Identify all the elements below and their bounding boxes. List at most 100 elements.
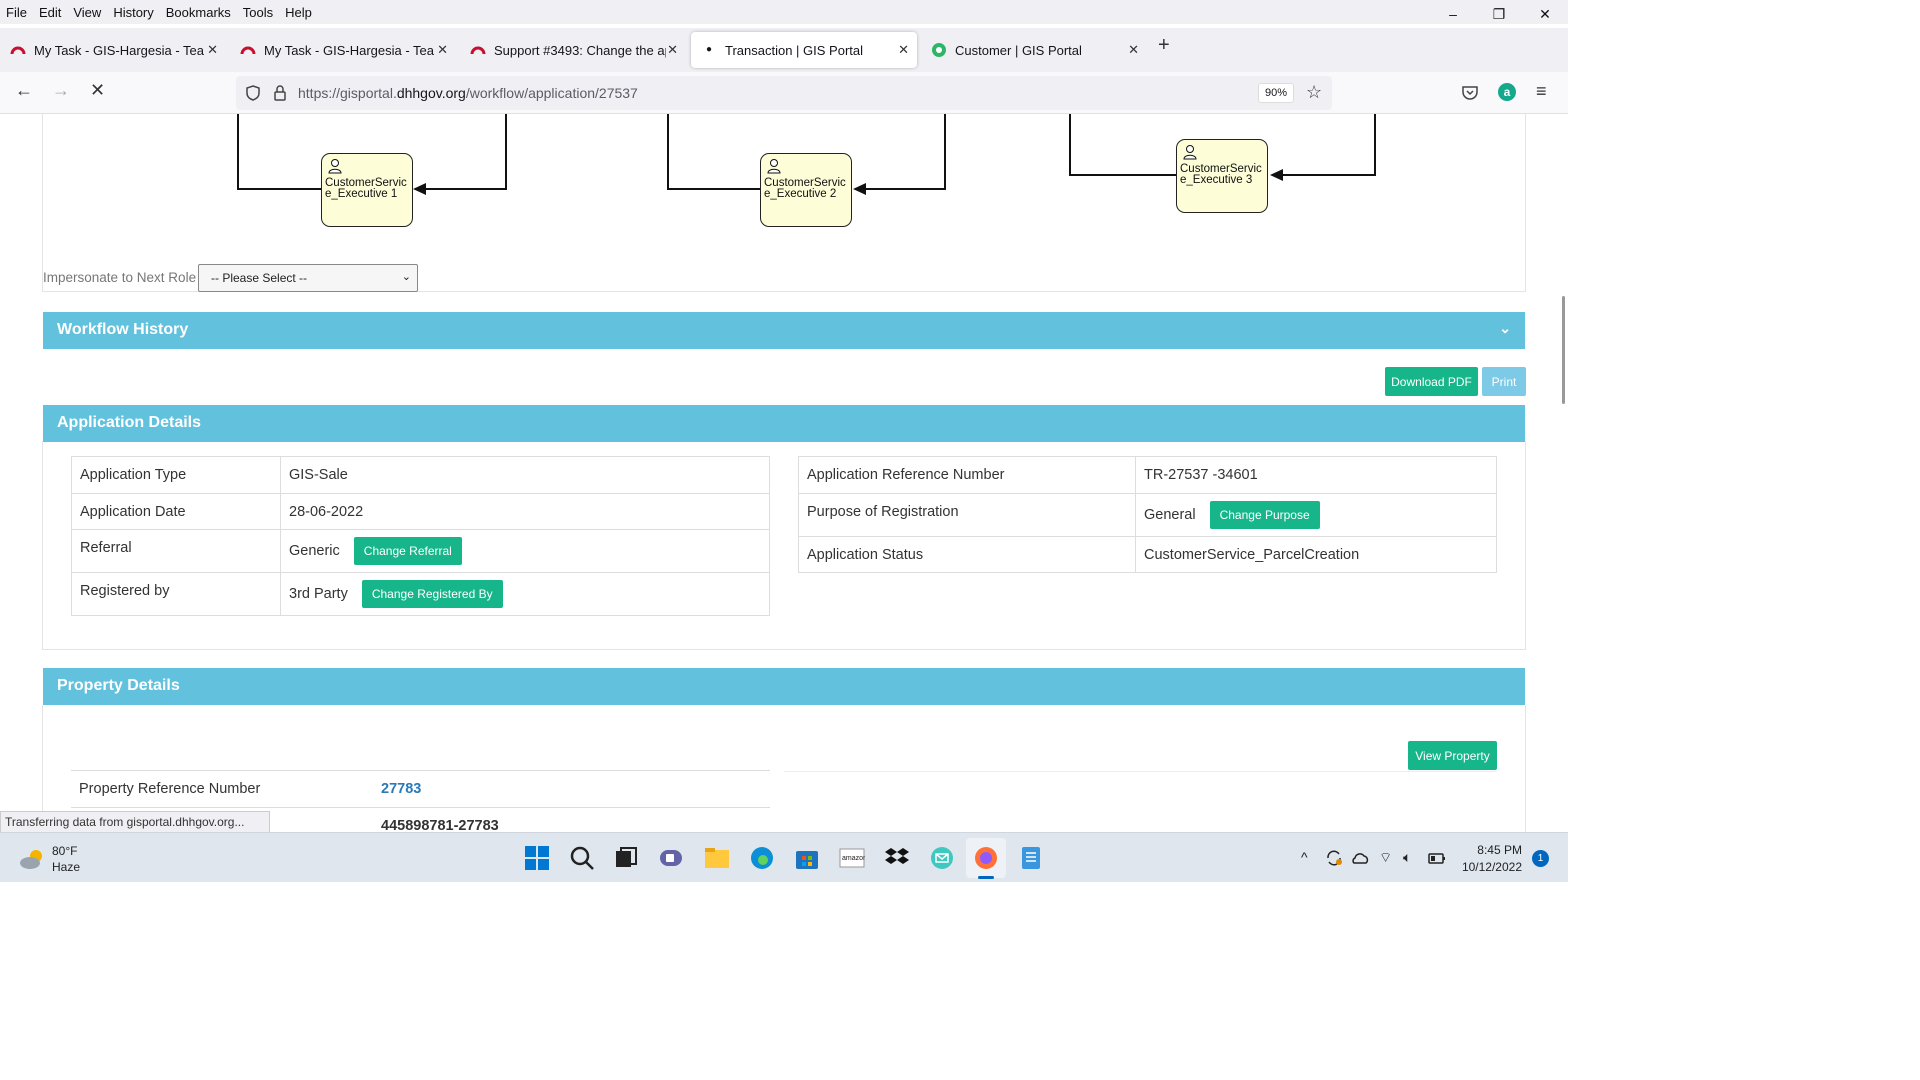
tab-transaction[interactable]: ● Transaction | GIS Portal ✕	[691, 32, 917, 68]
menu-bar: File Edit View History Bookmarks Tools H…	[0, 0, 1568, 24]
flow-line	[865, 188, 946, 190]
url-bar[interactable]: https://gisportal.dhhgov.org/workflow/ap…	[236, 76, 1332, 110]
task-view-icon[interactable]	[613, 845, 639, 871]
impersonate-role-select[interactable]: -- Please Select -- ⌄	[198, 264, 418, 292]
close-tab-icon[interactable]: ✕	[898, 42, 909, 58]
close-tab-icon[interactable]: ✕	[1128, 42, 1139, 58]
temperature: 80°F	[52, 844, 78, 858]
field-label: Referral	[71, 529, 281, 573]
field-value: 3rd Party	[289, 586, 348, 602]
svg-text:amazon: amazon	[842, 855, 865, 862]
close-window-button[interactable]: ✕	[1522, 0, 1568, 28]
tab-label: Transaction | GIS Portal	[725, 42, 864, 58]
edge-browser-icon[interactable]	[749, 845, 775, 871]
notepad-icon[interactable]	[1018, 845, 1044, 871]
url-text[interactable]: https://gisportal.dhhgov.org/workflow/ap…	[298, 85, 638, 101]
property-reference-link[interactable]: 27783	[381, 781, 421, 797]
download-pdf-button[interactable]: Download PDF	[1385, 367, 1478, 396]
teams-chat-icon[interactable]	[658, 845, 684, 871]
dropbox-icon[interactable]	[884, 845, 910, 871]
weather-widget[interactable]: 80°F Haze	[18, 843, 80, 875]
weather-haze-icon	[20, 850, 42, 869]
field-label: Property Reference Number	[79, 781, 261, 797]
shield-icon[interactable]	[244, 84, 262, 102]
close-tab-icon[interactable]: ✕	[667, 42, 678, 58]
field-value: Generic	[289, 543, 340, 559]
zoom-level[interactable]: 90%	[1258, 83, 1295, 103]
workflow-node-executive-3[interactable]: CustomerService_Executive 3	[1176, 139, 1268, 213]
scrollbar[interactable]	[1560, 114, 1568, 832]
menu-tools[interactable]: Tools	[237, 5, 279, 20]
application-details-right-table: Application Reference Number TR-27537 -3…	[798, 456, 1497, 573]
microsoft-store-icon[interactable]	[794, 845, 820, 871]
menu-history[interactable]: History	[107, 5, 159, 20]
forward-icon[interactable]: →	[52, 80, 70, 101]
flow-line	[505, 114, 507, 190]
pocket-icon[interactable]	[1461, 84, 1479, 102]
battery-icon[interactable]	[1428, 849, 1446, 867]
flow-line	[237, 188, 322, 190]
show-hidden-icons-chevron-icon[interactable]: ^	[1301, 849, 1308, 865]
active-indicator	[978, 876, 994, 879]
new-tab-icon[interactable]: +	[1158, 34, 1170, 57]
file-explorer-icon[interactable]	[704, 845, 730, 871]
firefox-icon[interactable]	[973, 845, 999, 871]
table-row: Application Type GIS-Sale	[71, 456, 770, 494]
close-tab-icon[interactable]: ✕	[437, 42, 448, 58]
sync-icon[interactable]	[1324, 849, 1344, 867]
tab-customer[interactable]: Customer | GIS Portal ✕	[921, 32, 1147, 68]
change-registered-by-button[interactable]: Change Registered By	[361, 580, 503, 608]
wifi-icon[interactable]: ⌔	[1379, 849, 1392, 867]
field-label: Application Reference Number	[798, 456, 1136, 494]
scrollbar-thumb[interactable]	[1562, 296, 1565, 404]
onedrive-cloud-icon[interactable]	[1350, 849, 1370, 867]
url-path: /workflow/application/27537	[465, 85, 638, 101]
restore-button[interactable]: ❐	[1476, 0, 1522, 28]
date: 10/12/2022	[1461, 860, 1522, 874]
stop-loading-icon[interactable]: ✕	[90, 80, 105, 101]
tab-my-task-1[interactable]: My Task - GIS-Hargesia - Teams ✕	[0, 32, 226, 68]
account-avatar-icon[interactable]: a	[1498, 83, 1516, 101]
workflow-node-executive-1[interactable]: CustomerService_Executive 1	[321, 153, 413, 227]
search-icon[interactable]	[569, 845, 595, 871]
mail-app-icon[interactable]	[929, 845, 955, 871]
amazon-icon[interactable]: amazon	[839, 845, 865, 871]
select-value: -- Please Select --	[211, 271, 308, 285]
chevron-down-icon[interactable]: ⌄	[1499, 320, 1511, 337]
taskbar: 80°F Haze amazon ^ ⌔ 🔈︎ 8:45 PM 10/12/20…	[0, 832, 1568, 882]
back-icon[interactable]: ←	[15, 80, 33, 101]
tab-support-3493[interactable]: Support #3493: Change the app ✕	[460, 32, 686, 68]
redmine-icon	[240, 46, 256, 55]
bookmark-star-icon[interactable]: ☆	[1306, 82, 1322, 103]
menu-file[interactable]: File	[0, 5, 33, 20]
menu-view[interactable]: View	[67, 5, 107, 20]
lock-icon[interactable]	[272, 84, 288, 102]
tab-my-task-2[interactable]: My Task - GIS-Hargesia - Teams ✕	[230, 32, 456, 68]
close-tab-icon[interactable]: ✕	[207, 42, 218, 58]
notification-badge[interactable]: 1	[1532, 850, 1549, 867]
volume-icon[interactable]: 🔈︎	[1403, 849, 1411, 866]
clock[interactable]: 8:45 PM 10/12/2022	[1456, 842, 1522, 876]
table-row: Property Reference Number 27783	[71, 770, 770, 807]
workflow-history-header[interactable]: Workflow History ⌄	[43, 312, 1525, 349]
flow-arrow-icon	[1270, 169, 1283, 181]
menu-edit[interactable]: Edit	[33, 5, 67, 20]
field-value: TR-27537 -34601	[1135, 456, 1497, 494]
windows-start-icon[interactable]	[524, 845, 550, 871]
change-purpose-button[interactable]: Change Purpose	[1209, 501, 1320, 529]
flow-line	[1374, 114, 1376, 176]
minimize-button[interactable]: –	[1430, 0, 1476, 28]
url-domain: dhhgov.org	[396, 85, 466, 101]
print-button[interactable]: Print	[1482, 367, 1526, 396]
node-label: CustomerService_Executive 2	[764, 177, 846, 200]
table-row: Application Date 28-06-2022	[71, 493, 770, 530]
field-label: Application Date	[71, 493, 281, 530]
change-referral-button[interactable]: Change Referral	[353, 537, 462, 565]
field-label: Registered by	[71, 572, 281, 616]
view-property-button[interactable]: View Property	[1408, 741, 1497, 770]
hamburger-menu-icon[interactable]: ≡	[1536, 81, 1547, 102]
menu-bookmarks[interactable]: Bookmarks	[160, 5, 237, 20]
section-title: Application Details	[57, 414, 202, 431]
menu-help[interactable]: Help	[279, 5, 318, 20]
workflow-node-executive-2[interactable]: CustomerService_Executive 2	[760, 153, 852, 227]
